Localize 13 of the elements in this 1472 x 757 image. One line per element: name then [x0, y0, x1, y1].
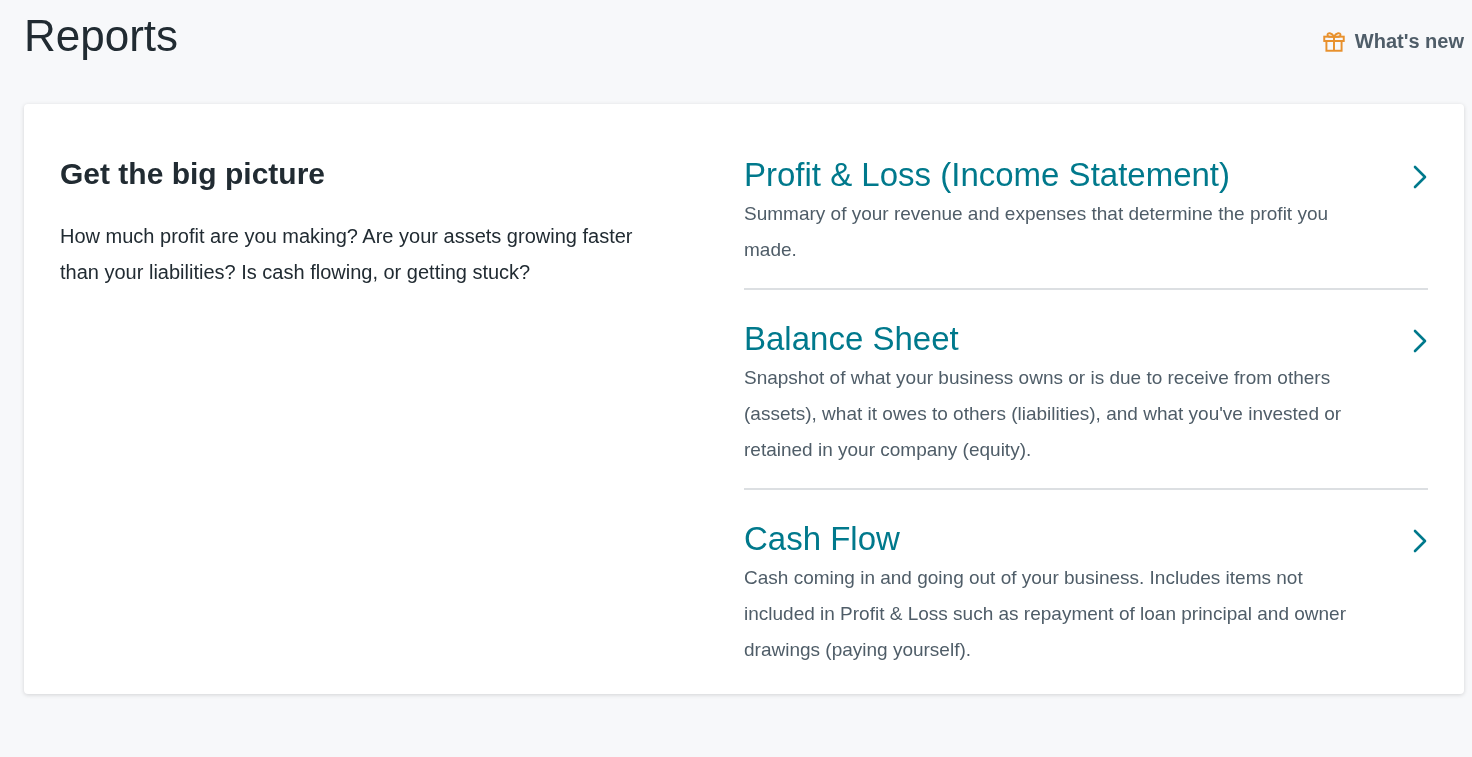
report-description: Summary of your revenue and expenses that determine the profit you made. — [744, 201, 1330, 262]
report-link[interactable]: Balance Sheet — [744, 319, 959, 357]
report-link[interactable]: Cash Flow — [744, 519, 900, 557]
chevron-right-icon[interactable] — [1412, 527, 1428, 554]
chevron-right-icon[interactable] — [1412, 327, 1428, 354]
report-link[interactable]: Profit & Loss (Income Statement) — [744, 156, 1231, 193]
chevron-right-icon[interactable] — [1412, 164, 1428, 190]
report-description: Cash coming in and going out of your business. Includes items not included in Profit & Loss such as repayment of loan principal and owner drawings (paying yourself). — [744, 565, 1347, 662]
report-description: Snapshot of what your business owns or is due to receive from others (assets), what it owes to others (liabilities), and what you've invested or retained in your company (equity). — [744, 365, 1343, 462]
intro-text: How much profit are you making? Are your assets growing faster than your liabilities? Is cash flowing, or getting stuck? — [60, 224, 634, 285]
whats-new-link[interactable]: What's new — [1320, 26, 1464, 56]
intro-heading: Get the big picture — [60, 156, 327, 192]
page-title: Reports — [24, 10, 179, 62]
